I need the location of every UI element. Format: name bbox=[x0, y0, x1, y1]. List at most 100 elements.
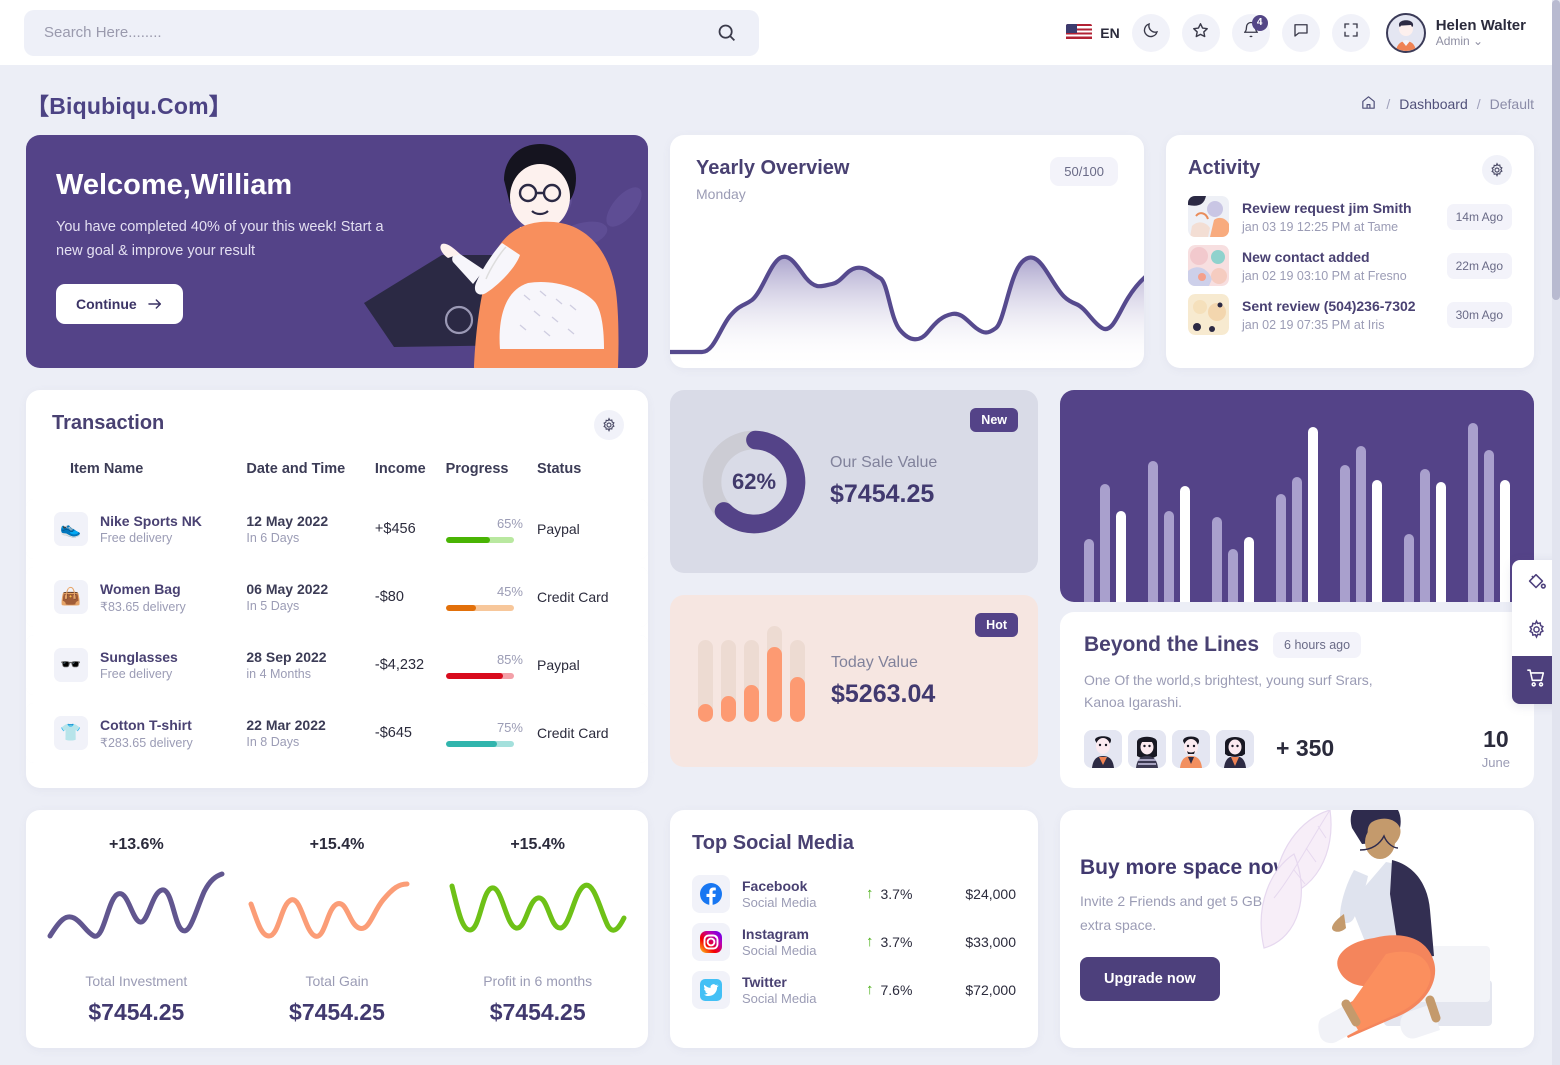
scrollbar-thumb[interactable] bbox=[1552, 0, 1560, 300]
bar bbox=[1164, 510, 1174, 602]
bar bbox=[1180, 486, 1190, 602]
bar bbox=[1308, 427, 1318, 602]
search-bar[interactable] bbox=[24, 9, 759, 56]
column-item-name: Item Name bbox=[70, 461, 144, 477]
progress-track bbox=[445, 604, 514, 611]
table-row[interactable]: 👕 Cotton T-shirt ₹283.65 delivery 22 Mar… bbox=[26, 703, 648, 763]
cell-date: 06 May 2022 In 5 Days bbox=[242, 567, 371, 627]
status-badge: New bbox=[970, 408, 1018, 432]
item-date-sub: in 4 Months bbox=[246, 667, 312, 681]
stat-total-gain: +15.4% Total Gain $7454.25 bbox=[237, 836, 438, 1026]
beyond-footer: + 350 10 June bbox=[1084, 725, 1510, 770]
bar bbox=[744, 640, 759, 722]
item-name: Women Bag bbox=[100, 580, 181, 597]
bar bbox=[1084, 539, 1094, 602]
list-item[interactable]: Facebook Social Media ↑ 3.7% $24,000 bbox=[692, 874, 1016, 913]
language-selector[interactable]: EN bbox=[1066, 24, 1120, 41]
sale-value-text: Our Sale Value $7454.25 bbox=[830, 454, 937, 509]
transaction-settings-button[interactable] bbox=[594, 410, 624, 440]
avatar[interactable] bbox=[1128, 729, 1166, 768]
stat-value: $7454.25 bbox=[289, 998, 385, 1025]
beyond-the-lines-bars bbox=[1060, 390, 1534, 602]
beyond-date-number: 10 bbox=[1483, 725, 1509, 752]
list-item[interactable]: Twitter Social Media ↑ 7.6% $72,000 bbox=[692, 970, 1016, 1009]
bar bbox=[1436, 482, 1446, 602]
welcome-card: Welcome,William You have completed 40% o… bbox=[26, 135, 648, 368]
item-date-sub: In 5 Days bbox=[246, 599, 300, 613]
yearly-overview-card: Yearly Overview Monday 50/100 bbox=[670, 135, 1144, 368]
progress-fill bbox=[445, 740, 497, 747]
breadcrumb: / Dashboard / Default bbox=[1360, 94, 1534, 114]
activity-item-meta: jan 02 19 07:35 PM at Iris bbox=[1242, 317, 1385, 332]
table-row[interactable]: 🕶️ Sunglasses Free delivery 28 Sep 2022 … bbox=[26, 635, 648, 695]
bar bbox=[1484, 450, 1494, 602]
table-row[interactable]: 👜 Women Bag ₹83.65 delivery 06 May 2022 … bbox=[26, 567, 648, 627]
bookmarks-button[interactable] bbox=[1181, 13, 1220, 52]
bar bbox=[1148, 461, 1158, 602]
list-item[interactable]: Review request jim Smith jan 03 19 12:25… bbox=[1188, 196, 1512, 237]
language-label: EN bbox=[1100, 24, 1120, 41]
fullscreen-button[interactable] bbox=[1331, 13, 1370, 52]
dashboard-row-3: +13.6% Total Investment $7454.25 +15.4% … bbox=[26, 809, 1534, 1048]
total-investment-sparkline bbox=[47, 871, 225, 939]
home-icon[interactable] bbox=[1360, 94, 1377, 114]
bar bbox=[1116, 510, 1126, 602]
item-progress-label: 75% bbox=[496, 719, 523, 735]
avatar-group bbox=[1084, 729, 1254, 768]
user-info: Helen Walter Admin ⌄ bbox=[1436, 17, 1526, 48]
list-item[interactable]: Instagram Social Media ↑ 3.7% $33,000 bbox=[692, 922, 1016, 961]
bar bbox=[1372, 480, 1382, 602]
buy-illustration bbox=[1260, 809, 1492, 1043]
item-income: -$80 bbox=[370, 567, 442, 627]
twitter-icon bbox=[692, 970, 730, 1009]
avatar[interactable] bbox=[1172, 729, 1210, 768]
messages-button[interactable] bbox=[1281, 13, 1320, 52]
today-value-label: Today Value bbox=[831, 653, 918, 671]
search-input[interactable] bbox=[44, 24, 713, 41]
gear-icon bbox=[1526, 619, 1547, 645]
activity-settings-button[interactable] bbox=[1482, 155, 1512, 185]
sunglasses-icon: 🕶️ bbox=[54, 648, 88, 682]
app-header: EN 4 bbox=[0, 0, 1560, 65]
column-income: Income bbox=[374, 461, 426, 477]
breadcrumb-item-dashboard[interactable]: Dashboard bbox=[1399, 96, 1468, 112]
column-progress: Progress bbox=[445, 461, 509, 477]
dark-mode-toggle[interactable] bbox=[1131, 13, 1170, 52]
notifications-button[interactable]: 4 bbox=[1231, 13, 1270, 52]
item-status: Credit Card bbox=[532, 567, 648, 627]
avatar[interactable] bbox=[1084, 729, 1122, 768]
bar bbox=[1404, 533, 1414, 602]
social-text: Twitter Social Media bbox=[742, 974, 854, 1006]
user-role: Admin ⌄ bbox=[1435, 34, 1484, 49]
cell-item: 👟 Nike Sports NK Free delivery bbox=[26, 499, 243, 559]
stat-percent: +13.6% bbox=[108, 835, 164, 853]
bar bbox=[1212, 516, 1222, 602]
bar bbox=[767, 626, 782, 722]
search-icon[interactable] bbox=[713, 20, 739, 46]
item-status: Paypal bbox=[532, 499, 648, 559]
continue-button[interactable]: Continue bbox=[56, 283, 183, 324]
item-date: 28 Sep 2022 bbox=[246, 649, 327, 665]
user-menu[interactable]: Helen Walter Admin ⌄ bbox=[1385, 12, 1526, 53]
cell-date: 12 May 2022 In 6 Days bbox=[242, 499, 371, 559]
list-item[interactable]: Sent review (504)236-7302 jan 02 19 07:3… bbox=[1188, 294, 1512, 335]
page-scrollbar[interactable] bbox=[1552, 0, 1560, 1065]
social-change-value: 7.6% bbox=[880, 981, 913, 998]
social-change: ↑ 3.7% bbox=[866, 933, 948, 950]
gear-icon bbox=[603, 417, 615, 433]
bar bbox=[1228, 548, 1238, 602]
arrow-right-icon bbox=[147, 299, 161, 309]
table-row[interactable]: 👟 Nike Sports NK Free delivery 12 May 20… bbox=[26, 499, 648, 559]
upgrade-button[interactable]: Upgrade now bbox=[1080, 957, 1220, 1002]
bar bbox=[1420, 469, 1430, 602]
top-social-media-card: Top Social Media Facebook Social Media ↑… bbox=[670, 809, 1038, 1048]
donut-percent: 62% bbox=[731, 468, 777, 494]
avatar[interactable] bbox=[1216, 729, 1254, 768]
bar bbox=[721, 640, 736, 722]
social-change-value: 3.7% bbox=[880, 933, 913, 950]
list-item[interactable]: New contact added jan 02 19 03:10 PM at … bbox=[1188, 245, 1512, 286]
activity-item-time: 14m Ago bbox=[1446, 203, 1512, 230]
user-name: Helen Walter bbox=[1435, 16, 1526, 34]
cell-item: 👕 Cotton T-shirt ₹283.65 delivery bbox=[26, 703, 243, 763]
stat-percent: +15.4% bbox=[309, 835, 365, 853]
